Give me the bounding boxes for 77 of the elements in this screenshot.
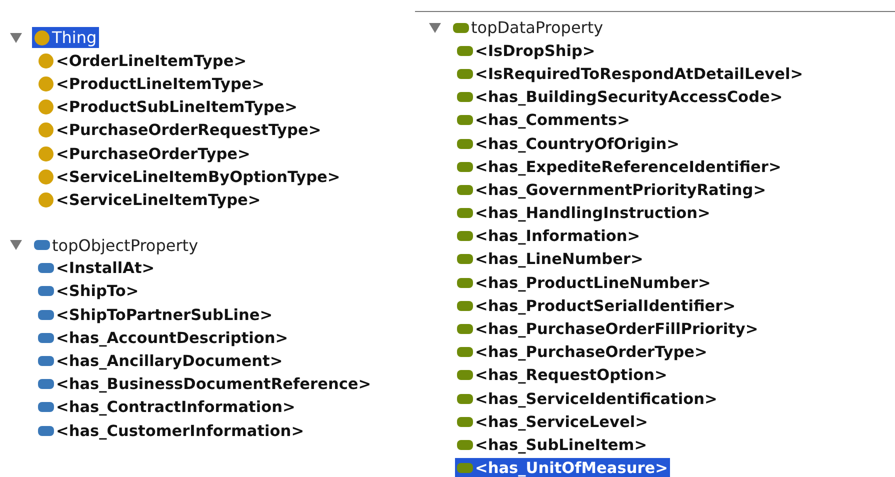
tree-node[interactable]: <has_AccountDescription>: [36, 327, 290, 348]
tree-node[interactable]: <has_Comments>: [455, 110, 632, 131]
class-icon: [38, 76, 54, 92]
data-property-icon: [453, 22, 469, 33]
tree-node[interactable]: <has_ServiceIdentification>: [455, 388, 720, 410]
collapse-icon[interactable]: [10, 240, 22, 250]
data-property-icon: [457, 68, 473, 79]
data-property-icon: [457, 92, 473, 102]
tree-node[interactable]: <has_ContractInformation>: [36, 396, 298, 418]
tree-node[interactable]: <has_ProductSerialIdentifier>: [455, 295, 738, 316]
collapse-icon[interactable]: [10, 32, 22, 43]
tree-node[interactable]: <has_GovernmentPriorityRating>: [455, 179, 768, 200]
tree-node[interactable]: <ProductLineItemType>: [36, 73, 267, 94]
data-property-icon: [457, 138, 473, 149]
tree-node[interactable]: <IsDropShip>: [455, 40, 598, 62]
tree-node[interactable]: <ServiceLineItemByOptionType>: [36, 166, 342, 188]
data-property-icon: [457, 231, 473, 242]
data-property-icon: [457, 324, 473, 334]
tree-node[interactable]: <has_ServiceLevel>: [455, 411, 650, 432]
tree-node[interactable]: <has_CustomerInformation>: [36, 420, 306, 442]
tree-node[interactable]: <IsRequiredToRespondAtDetailLevel>: [455, 63, 806, 84]
tree-node[interactable]: topDataProperty: [451, 17, 606, 38]
class-icon: [38, 99, 54, 116]
tree-node[interactable]: <has_PurchaseOrderType>: [455, 342, 710, 363]
data-property-icon: [457, 300, 473, 311]
data-property-icon: [457, 254, 473, 264]
tree-node[interactable]: <has_RequestOption>: [455, 364, 670, 386]
tree-node[interactable]: <has_BusinessDocumentReference>: [36, 374, 374, 395]
tree-node[interactable]: <has_BuildingSecurityAccessCode>: [455, 86, 785, 108]
class-icon: [38, 146, 54, 162]
tree-node[interactable]: <InstallAt>: [36, 258, 157, 279]
tree-node[interactable]: <has_AncillaryDocument>: [36, 350, 285, 372]
data-property-icon: [457, 208, 473, 218]
data-property-icon: [457, 440, 473, 450]
tree-node[interactable]: <ShipTo>: [36, 280, 141, 302]
tree-node[interactable]: <PurchaseOrderType>: [36, 143, 252, 164]
class-icon: [38, 122, 54, 138]
class-icon: [34, 30, 50, 46]
tree-node[interactable]: <has_Information>: [455, 226, 642, 247]
object-property-icon: [38, 310, 54, 320]
object-property-icon: [38, 379, 54, 390]
data-property-icon: [457, 463, 473, 474]
tree-node[interactable]: <has_ExpediteReferenceIdentifier>: [455, 156, 784, 178]
tree-node[interactable]: <has_CountryOfOrigin>: [455, 133, 682, 154]
object-property-icon: [38, 402, 54, 412]
data-property-icon: [457, 184, 473, 195]
data-property-icon: [457, 278, 473, 288]
class-icon: [38, 52, 54, 69]
data-property-icon: [457, 347, 473, 358]
data-property-icon: [457, 162, 473, 172]
data-property-icon: [457, 370, 473, 380]
tree-node[interactable]: <ServiceLineItemType>: [36, 189, 263, 210]
data-property-icon: [457, 46, 473, 56]
object-property-icon: [38, 332, 54, 343]
data-property-icon: [457, 394, 473, 404]
tree-node[interactable]: <PurchaseOrderRequestType>: [36, 120, 324, 141]
tree-node[interactable]: <has_PurchaseOrderFillPriority>: [455, 318, 760, 340]
tree-node[interactable]: Thing: [32, 27, 99, 48]
data-property-icon: [457, 416, 473, 427]
tree-node[interactable]: <OrderLineItemType>: [36, 50, 249, 72]
object-property-icon: [34, 240, 50, 250]
object-property-icon: [38, 263, 54, 274]
collapse-icon[interactable]: [429, 22, 441, 33]
object-property-icon: [38, 286, 54, 296]
tree-node[interactable]: <has_LineNumber>: [455, 248, 646, 270]
tree-node[interactable]: <has_UnitOfMeasure>: [455, 458, 670, 477]
data-property-icon: [457, 115, 473, 126]
tree-node[interactable]: topObjectProperty: [32, 234, 200, 256]
class-icon: [38, 168, 54, 185]
tree-node[interactable]: <ProductSubLineItemType>: [36, 96, 300, 118]
tree-node[interactable]: <has_HandlingInstruction>: [455, 202, 712, 224]
tree-node[interactable]: <has_ProductLineNumber>: [455, 272, 713, 294]
object-property-icon: [38, 356, 54, 366]
object-property-icon: [38, 426, 54, 436]
tree-node[interactable]: <ShipToPartnerSubLine>: [36, 304, 275, 326]
tree-node[interactable]: <has_SubLineItem>: [455, 434, 650, 456]
class-icon: [38, 192, 54, 208]
